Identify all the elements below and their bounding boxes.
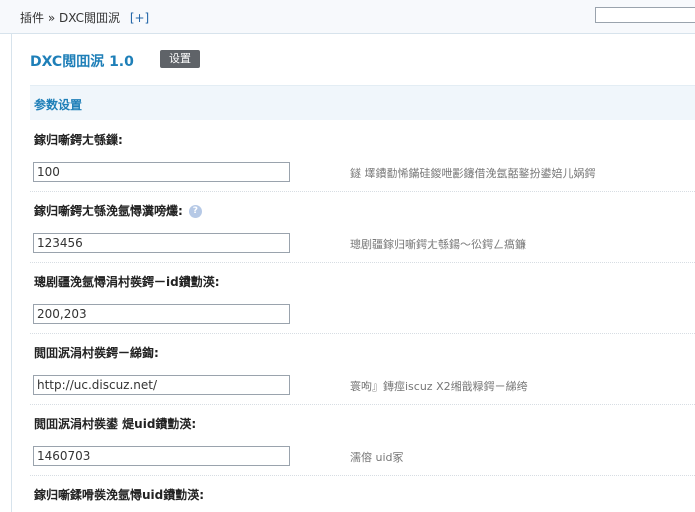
source-url-input[interactable]: http://uc.discuz.net/ xyxy=(33,375,290,395)
breadcrumb-root[interactable]: 插件 xyxy=(20,11,44,25)
breadcrumb: 插件 » DXC閲囬泦 [+] xyxy=(20,9,149,26)
member-password-hint: 璁剧疆鎵归噺鍔ㄤ綔鍚〜彸鍔ㄥ瘑鐮 xyxy=(350,238,526,251)
row-divider xyxy=(30,191,695,192)
source-uid-input[interactable]: 1460703 xyxy=(33,446,290,466)
field-label-distribute-uid: 鎵归噺鍒嗗彂浼氬憳uid鐨勯渶: xyxy=(34,488,205,502)
field-label-member-password: 鎵归噺鍔ㄤ綔浼氬憳瀵嗙爜:? xyxy=(34,202,202,219)
field-label-batch-count: 鎵归噺鍔ㄤ綔鏁: xyxy=(34,133,123,147)
field-label-source-url: 閲囬泦涓村彂鍔ㄧ綈鍧: xyxy=(34,346,159,360)
breadcrumb-current: DXC閲囬泦 xyxy=(59,11,120,25)
breadcrumb-expand-link[interactable]: [+] xyxy=(130,11,149,25)
field-label-group-ids: 璁剧疆浼氬憳涓村彂鍔ㄧid鐨勯渶: xyxy=(34,275,220,289)
top-bar: 插件 » DXC閲囬泦 [+] xyxy=(0,0,695,34)
member-password-input[interactable]: 123456 xyxy=(33,233,290,253)
help-icon[interactable]: ? xyxy=(188,205,202,218)
page-title: DXC閲囬泦 1.0 xyxy=(30,54,134,70)
section-header: 参数设置 xyxy=(30,85,695,120)
row-divider xyxy=(30,262,695,263)
row-divider xyxy=(30,333,695,334)
source-uid-hint: 濡傛 uid冢 xyxy=(350,451,404,464)
source-url-hint: 寰呴』鏄痙iscuz X2缃戠粶鍔ㄧ綈绔 xyxy=(350,380,528,393)
batch-count-input[interactable]: 100 xyxy=(33,162,290,182)
batch-count-hint: 鐩 墿鐨勫悕鏋硅鍐呭彲鑳借浼氬嚭鐜扮鍙婄儿娲鍔 xyxy=(350,167,596,180)
section-title: 参数设置 xyxy=(34,98,83,112)
member-password-label-text: 鎵归噺鍔ㄤ綔浼氬憳瀵嗙爜: xyxy=(34,204,183,218)
row-divider xyxy=(30,475,695,476)
settings-badge[interactable]: 设置 xyxy=(160,50,200,68)
group-ids-input[interactable]: 200,203 xyxy=(33,304,290,324)
field-label-source-uid: 閲囬泦涓村彂鍙 煶uid鐨勯渶: xyxy=(34,417,197,431)
breadcrumb-separator: » xyxy=(47,11,56,25)
row-divider xyxy=(30,404,695,405)
left-border xyxy=(11,33,12,512)
search-input[interactable] xyxy=(595,7,695,23)
